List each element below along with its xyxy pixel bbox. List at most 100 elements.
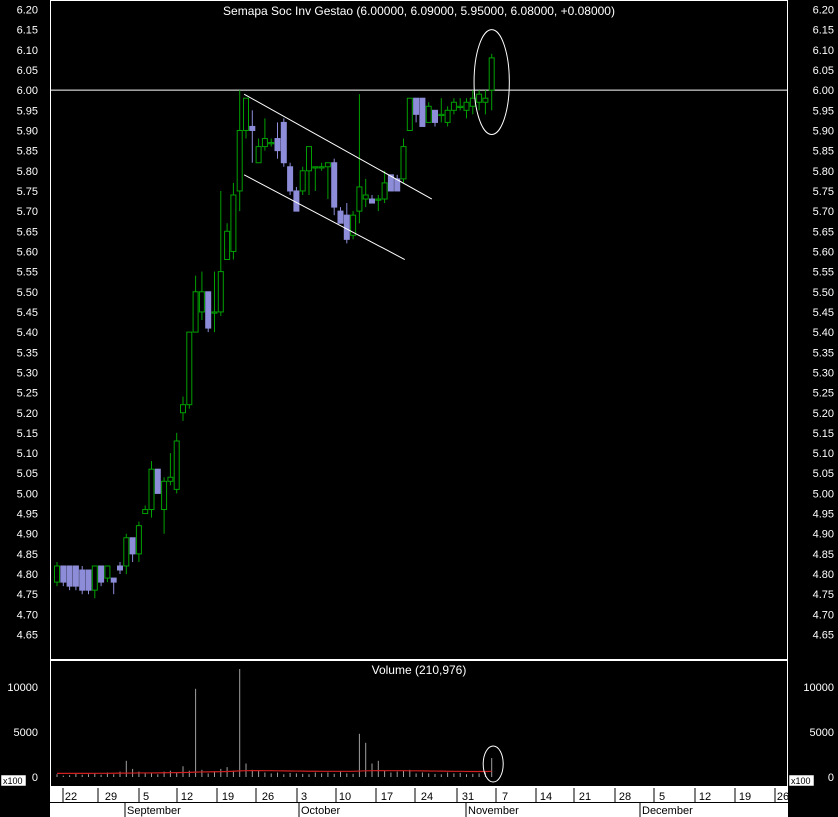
y-tick-label: 6.20 xyxy=(17,5,38,17)
y-tick-label: 5.30 xyxy=(17,367,38,379)
candle-body xyxy=(72,565,79,587)
candle xyxy=(186,331,193,409)
candle xyxy=(224,223,231,261)
x-day-label: 28 xyxy=(619,791,631,803)
y-tick-label-right: 5.10 xyxy=(813,448,834,460)
candle xyxy=(280,118,287,167)
candle xyxy=(312,166,319,191)
candle xyxy=(198,271,205,321)
candle-body xyxy=(406,97,413,131)
candle-body xyxy=(337,210,344,224)
y-tick-label: 6.00 xyxy=(17,85,38,97)
y-tick-label-right: 5.15 xyxy=(813,428,834,440)
x-day-label: 19 xyxy=(222,791,234,803)
y-tick-label: 5.15 xyxy=(17,428,38,440)
candle-body xyxy=(198,291,205,313)
candle xyxy=(117,561,123,575)
candle xyxy=(230,182,237,260)
candle-body xyxy=(224,230,231,261)
y-tick-label: 5.55 xyxy=(17,267,38,279)
candle-body xyxy=(66,565,73,587)
price-y-axis-right: 4.65 4.70 4.75 4.80 4.85 4.90 4.95 5.00 5.05 5.10… xyxy=(813,5,834,642)
candle-body xyxy=(110,577,117,583)
candle-body xyxy=(287,166,294,192)
candle xyxy=(324,162,331,200)
candle-body xyxy=(154,468,161,494)
candle xyxy=(123,533,130,575)
candle xyxy=(476,90,483,111)
y-tick-label: 5.35 xyxy=(17,347,38,359)
candle xyxy=(236,90,243,212)
candle-body xyxy=(419,97,426,127)
candle xyxy=(205,291,212,333)
candle-body xyxy=(79,569,86,591)
y-tick-label: 5.20 xyxy=(17,408,38,420)
candle-body xyxy=(91,565,98,591)
candle-body xyxy=(324,162,331,168)
volume-unit-label: x100 xyxy=(3,776,23,786)
candle-body xyxy=(476,93,483,103)
y-tick-label-right: 5.55 xyxy=(813,267,834,279)
volume-y-axis: 0 0 5000 5000 10000 10000 xyxy=(7,682,834,784)
candle-body xyxy=(243,97,249,131)
y-tick-label: 5.95 xyxy=(17,105,38,117)
highlight-ellipse-volume xyxy=(482,745,504,783)
y-tick-label: 4.95 xyxy=(17,509,38,521)
candle-body xyxy=(331,162,338,208)
candle xyxy=(192,275,199,333)
candle-body xyxy=(268,142,275,145)
y-tick-label-right: 5.35 xyxy=(813,347,834,359)
y-tick-label: 6.10 xyxy=(17,45,38,57)
candle-body xyxy=(205,291,212,329)
x-month-label: October xyxy=(301,805,340,817)
candle-body xyxy=(362,194,369,200)
x-day-label: 12 xyxy=(699,791,711,803)
candle-body xyxy=(192,291,199,333)
candle-body xyxy=(161,480,168,511)
candle xyxy=(488,53,495,111)
y-tick-label-right: 5.45 xyxy=(813,307,834,319)
candle-body xyxy=(60,565,67,583)
volume-bars xyxy=(56,669,493,777)
x-day-label: 26 xyxy=(262,791,274,803)
y-tick-label-right: 5.95 xyxy=(813,105,834,117)
y-tick-label: 5.00 xyxy=(17,488,38,500)
candle xyxy=(249,110,256,163)
y-tick-label: 5.70 xyxy=(17,206,38,218)
y-tick-label: 4.80 xyxy=(17,569,38,581)
candle xyxy=(161,477,168,534)
y-tick-label-right: 5.25 xyxy=(813,388,834,400)
candle xyxy=(180,396,186,421)
y-tick-label: 4.85 xyxy=(17,549,38,561)
x-day-label: 14 xyxy=(540,791,552,803)
y-tick-label-right: 6.10 xyxy=(813,45,834,57)
y-tick-label: 5.65 xyxy=(17,226,38,238)
candle-body xyxy=(186,331,193,406)
volume-tick-label-right: 10000 xyxy=(803,682,834,694)
candle-body xyxy=(117,565,123,571)
candle xyxy=(243,97,249,139)
candle-body xyxy=(129,537,136,555)
candle xyxy=(438,98,445,123)
x-day-label: 22 xyxy=(65,791,77,803)
trend-channel-line xyxy=(243,174,405,260)
candle-body xyxy=(444,109,451,123)
candle-body xyxy=(135,525,142,555)
candle-body xyxy=(312,166,319,169)
y-tick-label-right: 5.75 xyxy=(813,186,834,198)
x-day-label: 24 xyxy=(421,791,433,803)
x-day-label: 3 xyxy=(301,791,307,803)
candle-body xyxy=(230,194,237,252)
candle-body xyxy=(343,214,350,240)
candle-body xyxy=(123,537,130,567)
y-tick-label: 5.75 xyxy=(17,186,38,198)
y-tick-label-right: 4.65 xyxy=(813,630,834,642)
y-tick-label-right: 4.70 xyxy=(813,609,834,621)
candle-body xyxy=(356,186,363,212)
y-tick-label-right: 5.20 xyxy=(813,408,834,420)
y-tick-label-right: 5.40 xyxy=(813,327,834,339)
y-tick-label-right: 5.85 xyxy=(813,146,834,158)
candle xyxy=(299,166,306,195)
volume-average-line xyxy=(57,770,492,775)
candle-body xyxy=(463,101,470,111)
